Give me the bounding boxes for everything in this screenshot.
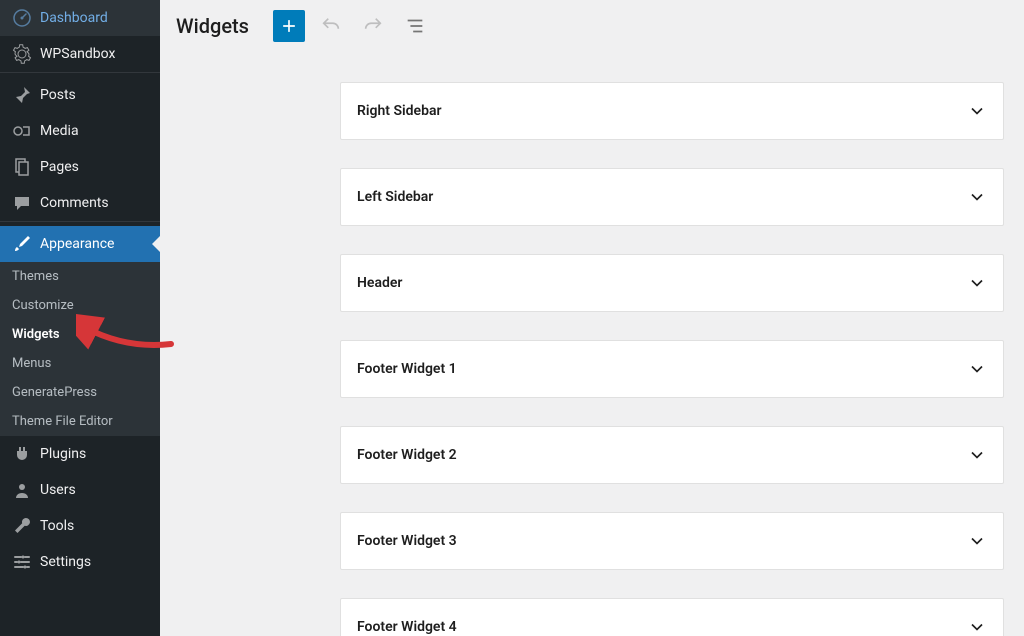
chevron-down-icon: [967, 359, 987, 379]
widget-area-left-sidebar[interactable]: Left Sidebar: [340, 168, 1004, 226]
widget-area-title: Footer Widget 2: [357, 447, 457, 463]
sidebar-item-tools[interactable]: Tools: [0, 508, 160, 544]
sidebar-item-label: Posts: [40, 87, 76, 103]
undo-button[interactable]: [315, 10, 347, 42]
sidebar-item-label: WPSandbox: [40, 46, 115, 62]
sidebar-item-appearance[interactable]: Appearance: [0, 226, 160, 262]
widget-area-footer-2[interactable]: Footer Widget 2: [340, 426, 1004, 484]
sidebar-item-label: Settings: [40, 554, 91, 570]
list-view-button[interactable]: [399, 10, 431, 42]
submenu-item-customize[interactable]: Customize: [0, 291, 160, 320]
sidebar-item-pages[interactable]: Pages: [0, 149, 160, 185]
sidebar-item-plugins[interactable]: Plugins: [0, 436, 160, 472]
page-title: Widgets: [176, 14, 249, 38]
widget-area-title: Footer Widget 1: [357, 361, 457, 377]
undo-icon: [320, 15, 342, 37]
widget-area-title: Right Sidebar: [357, 103, 442, 119]
sidebar-item-comments[interactable]: Comments: [0, 185, 160, 221]
sidebar-item-label: Dashboard: [40, 10, 108, 26]
editor-toolbar: Widgets: [160, 0, 1024, 52]
main-content: Widgets Right Sidebar Left Sidebar: [160, 0, 1024, 636]
pin-icon: [12, 85, 32, 105]
dashboard-icon: [12, 8, 32, 28]
wrench-icon: [12, 516, 32, 536]
chevron-down-icon: [967, 187, 987, 207]
plug-icon: [12, 444, 32, 464]
appearance-submenu: Themes Customize Widgets Menus GenerateP…: [0, 262, 160, 436]
sidebar-item-users[interactable]: Users: [0, 472, 160, 508]
sidebar-item-posts[interactable]: Posts: [0, 77, 160, 113]
sidebar-item-label: Tools: [40, 518, 74, 534]
widget-area-right-sidebar[interactable]: Right Sidebar: [340, 82, 1004, 140]
chevron-down-icon: [967, 445, 987, 465]
sidebar-item-media[interactable]: Media: [0, 113, 160, 149]
redo-button[interactable]: [357, 10, 389, 42]
submenu-item-theme-file-editor[interactable]: Theme File Editor: [0, 407, 160, 436]
sidebar-item-label: Users: [40, 482, 76, 498]
widget-area-title: Header: [357, 275, 402, 291]
widget-area-footer-3[interactable]: Footer Widget 3: [340, 512, 1004, 570]
chevron-down-icon: [967, 531, 987, 551]
sidebar-item-dashboard[interactable]: Dashboard: [0, 0, 160, 36]
widget-areas-list: Right Sidebar Left Sidebar Header Footer…: [160, 52, 1024, 636]
sidebar-item-label: Comments: [40, 195, 109, 211]
gear-icon: [12, 44, 32, 64]
media-icon: [12, 121, 32, 141]
chevron-down-icon: [967, 273, 987, 293]
submenu-item-menus[interactable]: Menus: [0, 349, 160, 378]
redo-icon: [362, 15, 384, 37]
widget-area-header[interactable]: Header: [340, 254, 1004, 312]
widget-area-footer-4[interactable]: Footer Widget 4: [340, 598, 1004, 636]
comment-icon: [12, 193, 32, 213]
plus-icon: [279, 16, 299, 36]
sidebar-item-wpsandbox[interactable]: WPSandbox: [0, 36, 160, 72]
user-icon: [12, 480, 32, 500]
page-icon: [12, 157, 32, 177]
submenu-item-generatepress[interactable]: GeneratePress: [0, 378, 160, 407]
submenu-item-themes[interactable]: Themes: [0, 262, 160, 291]
sliders-icon: [12, 552, 32, 572]
sidebar-item-label: Media: [40, 123, 79, 139]
chevron-down-icon: [967, 617, 987, 636]
widget-area-footer-1[interactable]: Footer Widget 1: [340, 340, 1004, 398]
sidebar-item-label: Plugins: [40, 446, 86, 462]
brush-icon: [12, 234, 32, 254]
list-view-icon: [404, 15, 426, 37]
add-block-button[interactable]: [273, 10, 305, 42]
sidebar-item-settings[interactable]: Settings: [0, 544, 160, 580]
submenu-item-widgets[interactable]: Widgets: [0, 320, 160, 349]
chevron-down-icon: [967, 101, 987, 121]
widget-area-title: Footer Widget 3: [357, 533, 457, 549]
widget-area-title: Footer Widget 4: [357, 619, 457, 635]
sidebar-item-label: Pages: [40, 159, 79, 175]
sidebar-item-label: Appearance: [40, 236, 114, 252]
widget-area-title: Left Sidebar: [357, 189, 433, 205]
admin-sidebar: Dashboard WPSandbox Posts Media Pages Co…: [0, 0, 160, 636]
